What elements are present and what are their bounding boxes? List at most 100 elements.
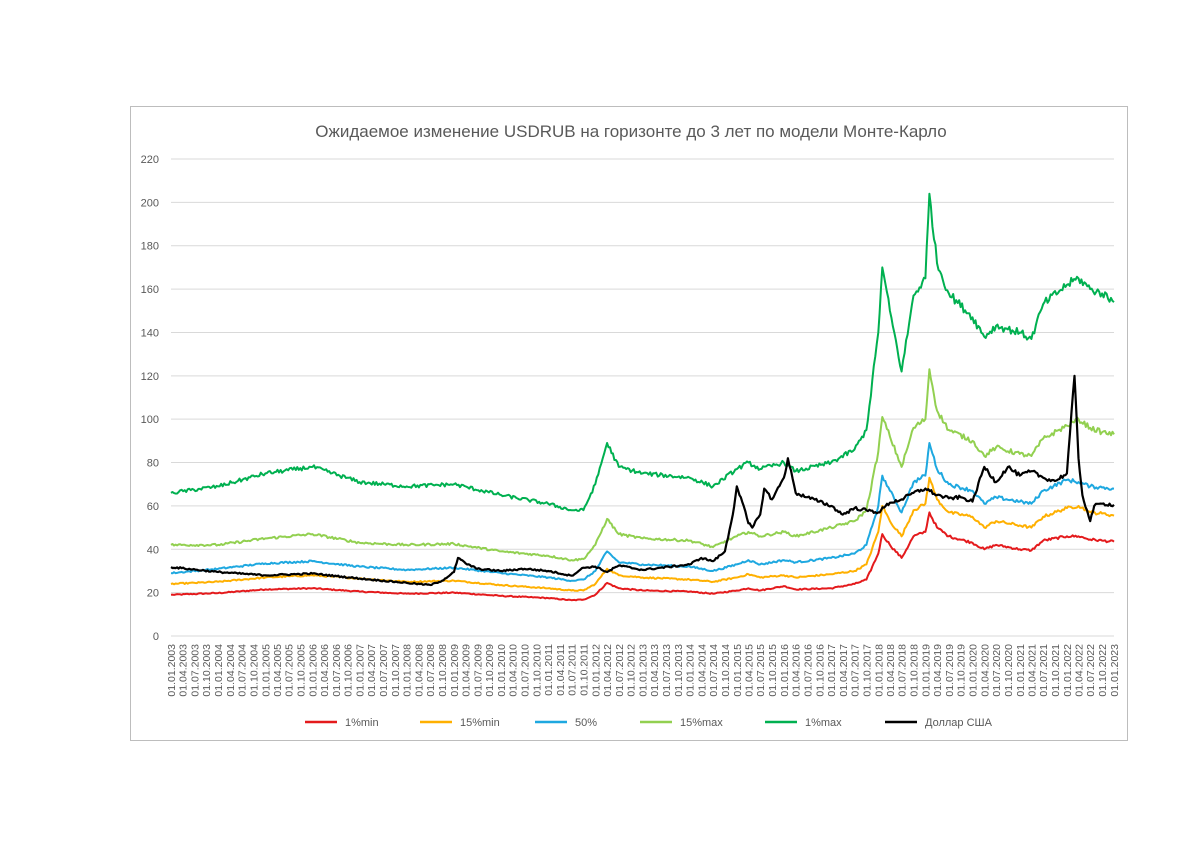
- x-tick-label: 01.04.2004: [225, 644, 237, 697]
- x-tick-label: 01.10.2016: [814, 644, 826, 697]
- y-tick-label: 120: [141, 371, 159, 383]
- x-tick-label: 01.04.2007: [366, 644, 378, 697]
- x-tick-label: 01.07.2008: [425, 644, 437, 697]
- x-tick-label: 01.07.2005: [284, 644, 296, 697]
- x-tick-label: 01.07.2007: [378, 644, 390, 697]
- x-tick-label: 01.04.2009: [461, 644, 473, 697]
- x-tick-label: 01.04.2008: [413, 644, 425, 697]
- x-tick-label: 01.01.2011: [543, 644, 555, 696]
- x-axis-ticks: 01.01.2003 01.04.2003 01.07.2003 01.10.2003…: [166, 644, 1121, 697]
- x-tick-label: 01.10.2014: [720, 644, 732, 697]
- x-tick-label: 01.01.2005: [260, 644, 272, 697]
- x-tick-label: 01.01.2023: [1109, 644, 1121, 697]
- x-tick-label: 01.01.2021: [1015, 644, 1027, 697]
- legend-label: 1%min: [345, 717, 379, 729]
- x-tick-label: 01.01.2020: [968, 644, 980, 697]
- x-tick-label: 01.07.2018: [897, 644, 909, 697]
- x-tick-label: 01.01.2018: [873, 644, 885, 697]
- chart-area: Ожидаемое изменение USDRUB на горизонте …: [130, 106, 1128, 741]
- x-tick-label: 01.04.2006: [319, 644, 331, 697]
- series-line-5: [170, 192, 1115, 512]
- x-tick-label: 01.04.2021: [1026, 644, 1038, 697]
- legend-label: 15%min: [460, 717, 500, 729]
- x-tick-label: 01.04.2011: [555, 644, 567, 696]
- legend-label: 1%max: [805, 717, 842, 729]
- x-tick-label: 01.01.2012: [590, 644, 602, 697]
- x-tick-label: 01.01.2016: [779, 644, 791, 697]
- y-tick-label: 220: [141, 154, 159, 166]
- x-tick-label: 01.10.2021: [1050, 644, 1062, 697]
- x-tick-label: 01.01.2003: [166, 644, 178, 697]
- x-tick-label: 01.10.2004: [248, 644, 260, 697]
- x-tick-label: 01.07.2013: [661, 644, 673, 697]
- chart-svg: Ожидаемое изменение USDRUB на горизонте …: [141, 122, 1121, 729]
- x-tick-label: 01.01.2019: [920, 644, 932, 697]
- x-tick-label: 01.10.2007: [390, 644, 402, 697]
- x-tick-label: 01.10.2006: [343, 644, 355, 697]
- x-tick-label: 01.07.2012: [614, 644, 626, 697]
- legend: 1%min 15%min 50% 15%max 1%max Доллар США: [305, 717, 993, 729]
- x-tick-label: 01.07.2011: [567, 644, 579, 696]
- x-tick-label: 01.04.2012: [602, 644, 614, 697]
- y-tick-label: 180: [141, 241, 159, 253]
- y-tick-label: 20: [147, 588, 159, 600]
- x-tick-label: 01.01.2017: [826, 644, 838, 697]
- x-tick-label: 01.07.2020: [991, 644, 1003, 697]
- legend-label: 50%: [575, 717, 597, 729]
- x-tick-label: 01.04.2015: [743, 644, 755, 697]
- x-tick-label: 01.10.2015: [767, 644, 779, 697]
- x-tick-label: 01.01.2004: [213, 644, 225, 697]
- x-tick-label: 01.04.2017: [838, 644, 850, 697]
- x-tick-label: 01.10.2005: [296, 644, 308, 697]
- x-tick-label: 01.04.2018: [885, 644, 897, 697]
- x-tick-label: 01.10.2017: [861, 644, 873, 697]
- y-tick-label: 200: [141, 197, 159, 209]
- y-tick-label: 80: [147, 458, 159, 470]
- x-tick-label: 01.04.2014: [696, 644, 708, 697]
- x-tick-label: 01.07.2015: [755, 644, 767, 697]
- x-tick-label: 01.07.2021: [1038, 644, 1050, 697]
- series-line-3: [170, 442, 1115, 583]
- x-tick-label: 01.10.2019: [956, 644, 968, 697]
- x-tick-label: 01.07.2009: [472, 644, 484, 697]
- series-lines: [170, 192, 1115, 602]
- x-tick-label: 01.01.2006: [307, 644, 319, 697]
- x-tick-label: 01.10.2009: [484, 644, 496, 697]
- x-tick-label: 01.01.2010: [496, 644, 508, 697]
- x-tick-label: 01.01.2013: [638, 644, 650, 697]
- x-tick-label: 01.10.2018: [909, 644, 921, 697]
- x-tick-label: 01.01.2022: [1062, 644, 1074, 697]
- x-tick-label: 01.01.2008: [402, 644, 414, 697]
- x-tick-label: 01.07.2003: [189, 644, 201, 697]
- x-tick-label: 01.04.2003: [178, 644, 190, 697]
- x-tick-label: 01.07.2016: [802, 644, 814, 697]
- x-tick-label: 01.10.2011: [578, 644, 590, 696]
- y-tick-label: 60: [147, 501, 159, 513]
- x-tick-label: 01.10.2022: [1097, 644, 1109, 697]
- legend-label: Доллар США: [925, 717, 993, 729]
- chart-title: Ожидаемое изменение USDRUB на горизонте …: [315, 122, 947, 141]
- x-tick-label: 01.10.2020: [1003, 644, 1015, 697]
- x-tick-label: 01.07.2010: [519, 644, 531, 697]
- x-tick-label: 01.10.2003: [201, 644, 213, 697]
- x-tick-label: 01.07.2014: [708, 644, 720, 697]
- x-tick-label: 01.01.2007: [355, 644, 367, 697]
- x-tick-label: 01.04.2013: [649, 644, 661, 697]
- x-tick-label: 01.04.2016: [791, 644, 803, 697]
- x-tick-label: 01.10.2008: [437, 644, 449, 697]
- x-tick-label: 01.04.2020: [979, 644, 991, 697]
- series-line-1: [170, 511, 1115, 602]
- x-tick-label: 01.10.2013: [673, 644, 685, 697]
- series-line-6: [170, 374, 1115, 587]
- x-tick-label: 01.10.2012: [626, 644, 638, 697]
- x-tick-label: 01.04.2019: [932, 644, 944, 697]
- x-tick-label: 01.07.2019: [944, 644, 956, 697]
- x-tick-label: 01.10.2010: [531, 644, 543, 697]
- x-tick-label: 01.07.2006: [331, 644, 343, 697]
- y-tick-label: 100: [141, 414, 159, 426]
- series-line-4: [170, 368, 1115, 562]
- x-tick-label: 01.01.2009: [449, 644, 461, 697]
- x-tick-label: 01.07.2022: [1085, 644, 1097, 697]
- y-tick-label: 40: [147, 544, 159, 556]
- y-tick-label: 160: [141, 284, 159, 296]
